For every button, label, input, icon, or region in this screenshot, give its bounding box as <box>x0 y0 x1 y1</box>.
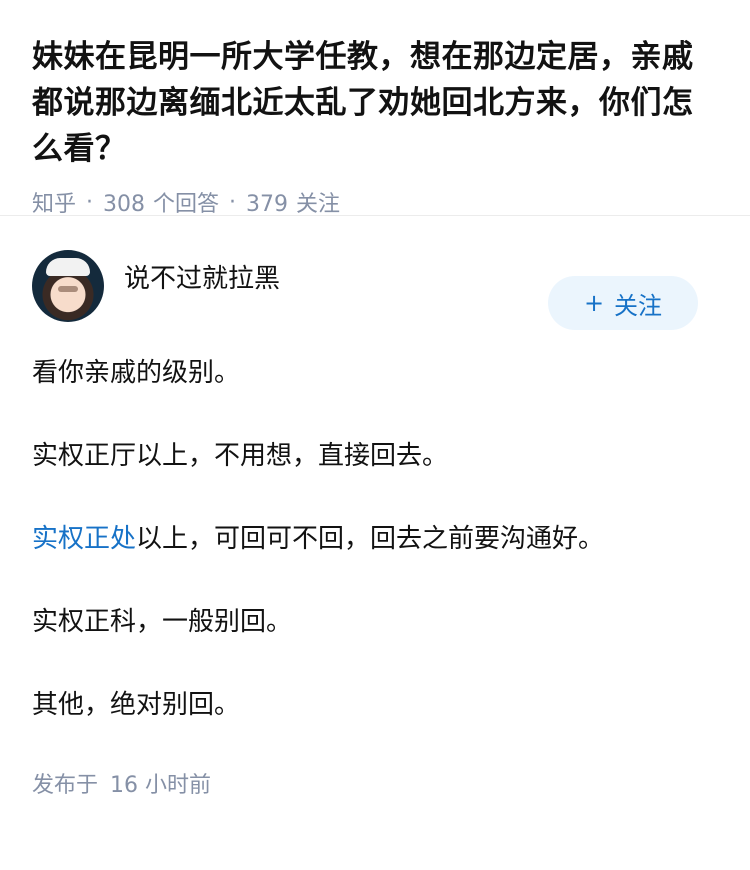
answer-paragraph: 实权正厅以上，不用想，直接回去。 <box>32 441 449 471</box>
answer-count: 308 <box>103 192 146 217</box>
answer-count-link[interactable]: 308 个回答 <box>103 186 219 218</box>
meta-separator: · <box>229 189 237 215</box>
author-name[interactable]: 说不过就拉黑 <box>124 258 280 295</box>
avatar[interactable] <box>32 250 104 322</box>
inline-link[interactable]: 实权正处 <box>32 524 136 554</box>
follower-count: 379 <box>246 192 289 217</box>
paragraph-text: 以上，可回可不回，回去之前要沟通好。 <box>136 524 605 554</box>
answer-paragraph: 其他，绝对别回。 <box>32 690 241 720</box>
question-title[interactable]: 妹妹在昆明一所大学任教，想在那边定居，亲戚都说那边离缅北近太乱了劝她回北方来，你… <box>32 34 718 172</box>
answer-card: 说不过就拉黑 + 关注 看你亲戚的级别。 实权正厅以上，不用想，直接回去。 实权… <box>0 216 750 799</box>
answer-paragraph: 实权正科，一般别回。 <box>32 607 293 637</box>
follow-label: 关注 <box>614 291 663 320</box>
meta-separator: · <box>86 189 94 215</box>
answer-paragraph: 看你亲戚的级别。 <box>32 358 241 388</box>
question-header: 妹妹在昆明一所大学任教，想在那边定居，亲戚都说那边离缅北近太乱了劝她回北方来，你… <box>0 0 750 218</box>
published-value: 16 小时前 <box>110 773 212 798</box>
question-meta: 知乎 · 308 个回答 · 379 关注 <box>32 186 718 218</box>
follow-button[interactable]: + 关注 <box>548 276 698 330</box>
follower-count-link[interactable]: 379 关注 <box>246 186 340 218</box>
plus-icon: + <box>583 289 605 317</box>
published-prefix: 发布于 <box>32 773 99 798</box>
answer-content: 看你亲戚的级别。 实权正厅以上，不用想，直接回去。 实权正处以上，可回可不回，回… <box>32 352 718 726</box>
follower-count-label: 关注 <box>296 192 341 217</box>
answer-count-label: 个回答 <box>153 192 220 217</box>
answer-paragraph: 实权正处以上，可回可不回，回去之前要沟通好。 <box>32 518 718 560</box>
source-label: 知乎 <box>32 192 77 217</box>
published-time: 发布于 16 小时前 <box>32 767 718 799</box>
